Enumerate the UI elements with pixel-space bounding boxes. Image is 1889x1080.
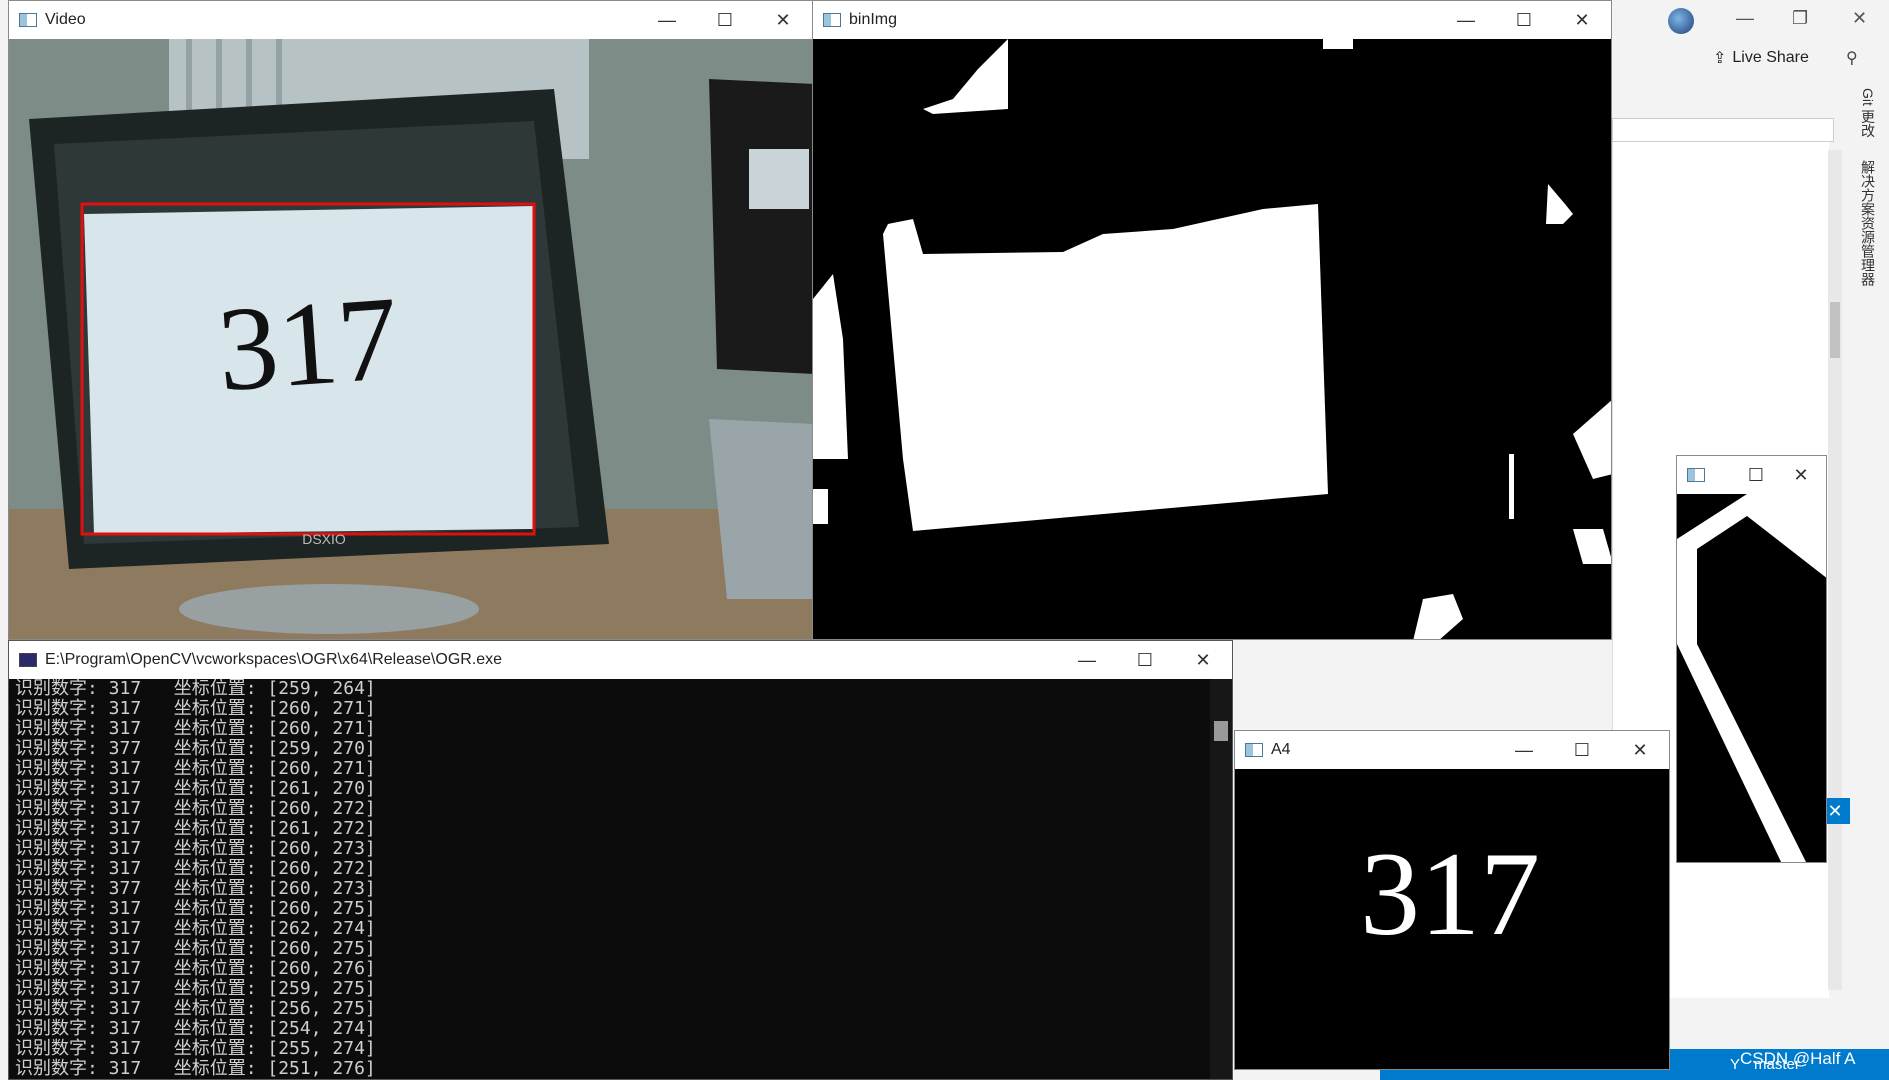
watermark: CSDN @Half A xyxy=(1740,1049,1856,1068)
console-line: 识别数字: 317 坐标位置: [261, 270] xyxy=(15,778,376,799)
a4-window[interactable]: A4 — ☐ ✕ 317 xyxy=(1234,730,1670,1070)
solution-explorer-tab[interactable]: 解决方案资源管理器 xyxy=(1858,160,1878,286)
console-line: 识别数字: 317 坐标位置: [256, 275] xyxy=(15,998,376,1019)
vs-close-button[interactable]: ✕ xyxy=(1852,8,1867,29)
small-image xyxy=(1677,494,1826,862)
console-line: 识别数字: 317 坐标位置: [261, 272] xyxy=(15,818,376,839)
vs-minimize-button[interactable]: — xyxy=(1736,8,1754,29)
console-line: 识别数字: 317 坐标位置: [260, 271] xyxy=(15,758,376,779)
console-line: 识别数字: 317 坐标位置: [254, 274] xyxy=(15,1018,376,1039)
console-line: 识别数字: 317 坐标位置: [259, 275] xyxy=(15,978,376,999)
binary-image xyxy=(813,39,1611,639)
console-line: 识别数字: 317 坐标位置: [260, 271] xyxy=(15,698,376,719)
console-scrollbar[interactable] xyxy=(1210,679,1232,1079)
window-title: A4 xyxy=(1271,741,1291,758)
console-line: 识别数字: 317 坐标位置: [251, 276] xyxy=(15,1058,376,1079)
video-window[interactable]: Video — ☐ ✕ 317 DSXIO xyxy=(8,0,813,640)
console-line: 识别数字: 317 坐标位置: [255, 274] xyxy=(15,1038,376,1059)
console-line: 识别数字: 317 坐标位置: [260, 272] xyxy=(15,798,376,819)
video-titlebar[interactable]: Video — ☐ ✕ xyxy=(9,1,812,39)
window-icon xyxy=(823,13,841,27)
window-icon xyxy=(1245,743,1263,757)
vs-restore-button[interactable]: ❐ xyxy=(1792,8,1808,29)
close-button[interactable]: ✕ xyxy=(754,1,812,39)
console-line: 识别数字: 317 坐标位置: [259, 264] xyxy=(15,678,376,699)
window-title: E:\Program\OpenCV\vcworkspaces\OGR\x64\R… xyxy=(45,651,503,668)
console-titlebar[interactable]: E:\Program\OpenCV\vcworkspaces\OGR\x64\R… xyxy=(9,641,1232,679)
a4-titlebar[interactable]: A4 — ☐ ✕ xyxy=(1235,731,1669,769)
window-icon xyxy=(19,13,37,27)
console-output[interactable]: 识别数字: 317 坐标位置: [259, 264] 识别数字: 317 坐标位置… xyxy=(9,679,1210,1079)
vs-avatar[interactable] xyxy=(1668,8,1694,34)
maximize-button[interactable]: ☐ xyxy=(1553,731,1611,769)
git-changes-tab[interactable]: Git 更改 xyxy=(1858,88,1878,138)
camera-scene: 317 DSXIO xyxy=(9,39,812,639)
console-line: 识别数字: 317 坐标位置: [260, 272] xyxy=(15,858,376,879)
paper-number: 317 xyxy=(213,271,402,416)
binary-shapes xyxy=(813,39,1611,639)
console-scroll-thumb[interactable] xyxy=(1214,721,1228,741)
console-line: 识别数字: 317 坐标位置: [260, 271] xyxy=(15,718,376,739)
close-button[interactable]: ✕ xyxy=(1776,456,1826,494)
console-window[interactable]: E:\Program\OpenCV\vcworkspaces\OGR\x64\R… xyxy=(8,640,1233,1080)
maximize-button[interactable]: ☐ xyxy=(696,1,754,39)
a4-digits-image: 317 xyxy=(1235,769,1669,1069)
monitor-brand: DSXIO xyxy=(302,531,346,547)
share-icon: ⇪ xyxy=(1713,50,1727,67)
small-binary-shape xyxy=(1677,494,1826,862)
maximize-button[interactable]: ☐ xyxy=(1736,456,1776,494)
close-button[interactable]: ✕ xyxy=(1174,641,1232,679)
minimize-button[interactable]: — xyxy=(638,1,696,39)
console-line: 识别数字: 317 坐标位置: [260, 275] xyxy=(15,938,376,959)
binimg-titlebar[interactable]: binImg — ☐ ✕ xyxy=(813,1,1611,39)
console-line: 识别数字: 377 坐标位置: [260, 273] xyxy=(15,878,376,899)
small-window[interactable]: ☐ ✕ xyxy=(1676,455,1827,863)
vs-dropdown[interactable] xyxy=(1612,118,1834,142)
console-line: 识别数字: 317 坐标位置: [260, 273] xyxy=(15,838,376,859)
minimize-button[interactable]: — xyxy=(1495,731,1553,769)
window-title: binImg xyxy=(849,11,898,28)
a4-digits: 317 xyxy=(1360,827,1540,960)
maximize-button[interactable]: ☐ xyxy=(1116,641,1174,679)
small-titlebar[interactable]: ☐ ✕ xyxy=(1677,456,1826,494)
console-line: 识别数字: 317 坐标位置: [260, 275] xyxy=(15,898,376,919)
minimize-button[interactable]: — xyxy=(1058,641,1116,679)
vs-scroll-thumb[interactable] xyxy=(1830,302,1840,358)
window-title: Video xyxy=(45,11,86,28)
console-line: 识别数字: 377 坐标位置: [259, 270] xyxy=(15,738,376,759)
console-icon xyxy=(19,653,37,667)
live-share-button[interactable]: ⇪ Live Share xyxy=(1713,48,1809,68)
binimg-window[interactable]: binImg — ☐ ✕ xyxy=(812,0,1612,640)
console-line: 识别数字: 317 坐标位置: [262, 274] xyxy=(15,918,376,939)
vs-scrollbar[interactable] xyxy=(1828,150,1842,990)
minimize-button[interactable]: — xyxy=(1437,1,1495,39)
a4-image: 317 xyxy=(1235,769,1669,1069)
close-button[interactable]: ✕ xyxy=(1611,731,1669,769)
feedback-icon[interactable]: ⚲ xyxy=(1846,48,1858,68)
window-icon xyxy=(1687,468,1705,482)
maximize-button[interactable]: ☐ xyxy=(1495,1,1553,39)
branch-icon: Y xyxy=(1730,1056,1741,1073)
close-button[interactable]: ✕ xyxy=(1553,1,1611,39)
camera-frame: 317 DSXIO xyxy=(9,39,812,639)
console-line: 识别数字: 317 坐标位置: [260, 276] xyxy=(15,958,376,979)
